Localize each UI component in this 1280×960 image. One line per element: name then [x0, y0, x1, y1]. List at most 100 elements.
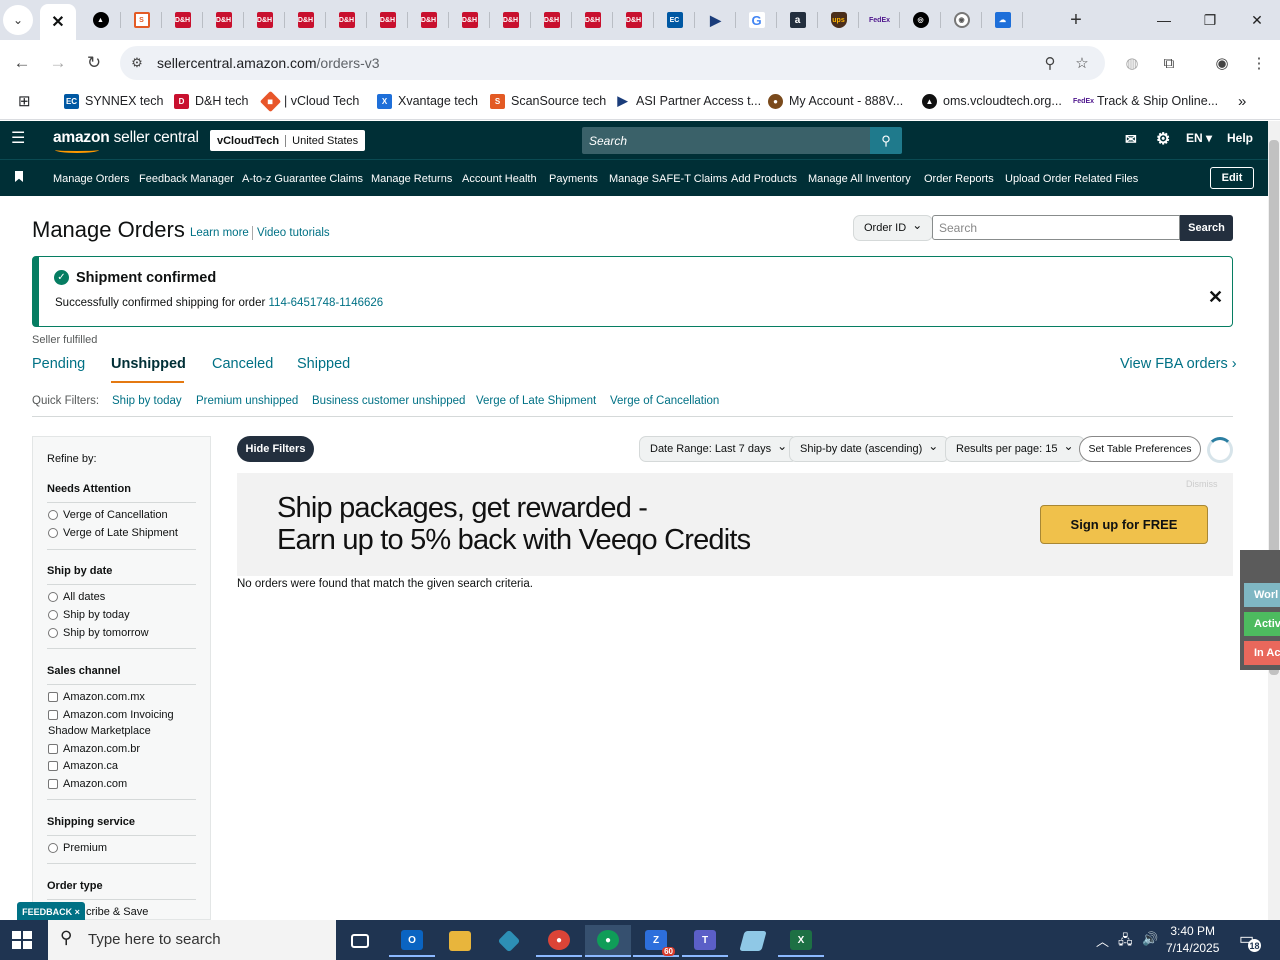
- qf-verge-cancellation[interactable]: Verge of Cancellation: [610, 395, 719, 407]
- chrome-profile-icon[interactable]: ●: [585, 925, 631, 957]
- tab-pending[interactable]: Pending: [32, 356, 85, 372]
- tab-dh-5[interactable]: D&H: [326, 0, 367, 40]
- qf-ship-by-today[interactable]: Ship by today: [112, 395, 182, 407]
- nav-upload-order-files[interactable]: Upload Order Related Files: [1005, 173, 1138, 185]
- tab-unshipped[interactable]: Unshipped: [111, 356, 186, 372]
- app-diamond-icon[interactable]: [486, 925, 532, 957]
- nav-manage-returns[interactable]: Manage Returns: [371, 173, 452, 185]
- bookmark-oms[interactable]: ▲ oms.vcloudtech.org...: [922, 92, 1062, 110]
- hide-filters-button[interactable]: Hide Filters: [237, 436, 314, 462]
- minimize-icon[interactable]: —: [1141, 0, 1187, 40]
- more-bookmarks-icon[interactable]: »: [1238, 92, 1246, 110]
- file-explorer-icon[interactable]: [437, 925, 483, 957]
- forward-icon[interactable]: →: [43, 48, 73, 78]
- side-widget-inactive[interactable]: In Ac: [1244, 641, 1280, 665]
- tab-search-chevron-icon[interactable]: ⌄: [3, 5, 33, 35]
- teams-icon[interactable]: T: [682, 925, 728, 957]
- table-preferences-button[interactable]: Set Table Preferences: [1079, 436, 1201, 462]
- tab-openai[interactable]: ▲: [80, 0, 121, 40]
- zoom-search-icon[interactable]: ⚲: [1039, 52, 1061, 74]
- tab-stackbit[interactable]: S: [121, 0, 162, 40]
- tab-dh-4[interactable]: D&H: [285, 0, 326, 40]
- menu-kebab-icon[interactable]: ⋮: [1248, 52, 1270, 74]
- settings-gear-icon[interactable]: ⚙: [1156, 129, 1170, 149]
- nav-order-reports[interactable]: Order Reports: [924, 173, 994, 185]
- sort-select[interactable]: Ship-by date (ascending): [789, 436, 950, 462]
- radio-ship-tomorrow[interactable]: Ship by tomorrow: [48, 627, 149, 639]
- nav-manage-orders[interactable]: Manage Orders: [53, 173, 129, 185]
- check-amazon-invoicing[interactable]: Amazon.com Invoicing: [48, 709, 174, 721]
- tray-chevron-icon[interactable]: ︿: [1096, 931, 1109, 950]
- side-widget-active[interactable]: Activ: [1244, 612, 1280, 636]
- network-icon[interactable]: 🖧: [1118, 931, 1133, 953]
- tab-dh-6[interactable]: D&H: [367, 0, 408, 40]
- check-amazon-br[interactable]: Amazon.com.br: [48, 743, 140, 755]
- nav-atoz-claims[interactable]: A-to-z Guarantee Claims: [242, 173, 363, 185]
- url-text[interactable]: sellercentral.amazon.com/orders-v3: [157, 55, 380, 71]
- learn-more-link[interactable]: Learn more: [190, 227, 249, 239]
- bookmark-synnex[interactable]: EC SYNNEX tech: [64, 92, 164, 110]
- radio-all-dates[interactable]: All dates: [48, 591, 105, 603]
- tab-canceled[interactable]: Canceled: [212, 356, 273, 372]
- tab-dh-8[interactable]: D&H: [449, 0, 490, 40]
- banner-dismiss[interactable]: Dismiss: [1186, 479, 1218, 489]
- translate-icon[interactable]: ◍: [1121, 52, 1143, 74]
- nav-account-health[interactable]: Account Health: [462, 173, 537, 185]
- back-icon[interactable]: ←: [7, 48, 37, 78]
- alert-order-link[interactable]: 114-6451748-1146626: [269, 297, 384, 309]
- new-tab-button[interactable]: +: [1062, 4, 1090, 36]
- bookmark-xvantage[interactable]: X Xvantage tech: [377, 92, 478, 110]
- tab-dh-1[interactable]: D&H: [162, 0, 203, 40]
- tab-chrome[interactable]: ◉: [941, 0, 982, 40]
- apps-grid-icon[interactable]: ⊞: [18, 92, 31, 110]
- tab-dh-2[interactable]: D&H: [203, 0, 244, 40]
- nav-safet-claims[interactable]: Manage SAFE-T Claims: [609, 173, 727, 185]
- view-fba-orders-link[interactable]: View FBA orders ›: [1120, 356, 1237, 372]
- header-search-icon[interactable]: ⚲: [870, 127, 902, 154]
- tab-asi[interactable]: ▶: [695, 0, 736, 40]
- chrome-icon[interactable]: ●: [536, 925, 582, 957]
- bookmark-dh[interactable]: D D&H tech: [174, 92, 249, 110]
- seller-central-logo[interactable]: amazon seller central: [53, 129, 199, 153]
- tab-amazon[interactable]: a: [777, 0, 818, 40]
- tab-ups[interactable]: ups: [818, 0, 859, 40]
- tab-dh-10[interactable]: D&H: [531, 0, 572, 40]
- qf-premium-unshipped[interactable]: Premium unshipped: [196, 395, 298, 407]
- excel-icon[interactable]: X: [778, 925, 824, 957]
- search-type-select[interactable]: Order ID: [853, 215, 934, 241]
- bookmark-myaccount[interactable]: ● My Account - 888V...: [768, 92, 903, 110]
- radio-verge-cancellation[interactable]: Verge of Cancellation: [48, 509, 168, 521]
- order-search-input[interactable]: Search: [932, 215, 1180, 240]
- tab-ec[interactable]: EC: [654, 0, 695, 40]
- tab-dh-11[interactable]: D&H: [572, 0, 613, 40]
- taskbar-clock[interactable]: 3:40 PM 7/14/2025: [1166, 923, 1219, 957]
- notifications-icon[interactable]: ▭ 18: [1239, 929, 1261, 952]
- restore-icon[interactable]: ❐: [1187, 0, 1233, 40]
- tab-fedex[interactable]: FedEx: [859, 0, 900, 40]
- sign-up-button[interactable]: Sign up for FREE: [1040, 505, 1208, 544]
- language-selector[interactable]: EN ▾: [1186, 131, 1212, 145]
- header-search-input[interactable]: Search: [582, 127, 870, 154]
- check-amazon-mx[interactable]: Amazon.com.mx: [48, 691, 145, 703]
- radio-ship-today[interactable]: Ship by today: [48, 609, 130, 621]
- reload-icon[interactable]: ↻: [79, 48, 109, 78]
- close-alert-icon[interactable]: ✕: [1208, 287, 1223, 308]
- nav-edit-button[interactable]: Edit: [1210, 167, 1254, 189]
- task-view-icon[interactable]: [337, 925, 383, 957]
- outlook-icon[interactable]: O: [389, 925, 435, 957]
- qf-verge-late-shipment[interactable]: Verge of Late Shipment: [476, 395, 596, 407]
- active-tab-close-icon[interactable]: ✕: [40, 4, 76, 40]
- side-widget-work[interactable]: Worl: [1244, 583, 1280, 607]
- notepad-icon[interactable]: [730, 925, 776, 957]
- extensions-icon[interactable]: ⧉: [1158, 52, 1180, 74]
- volume-icon[interactable]: 🔊: [1142, 931, 1158, 947]
- windows-start-icon[interactable]: [12, 931, 32, 949]
- bookmark-vcloud[interactable]: ◆ | vCloud Tech: [259, 90, 359, 112]
- nav-feedback-manager[interactable]: Feedback Manager: [139, 173, 234, 185]
- hamburger-menu-icon[interactable]: ☰: [11, 131, 27, 147]
- date-range-select[interactable]: Date Range: Last 7 days: [639, 436, 799, 462]
- tab-dh-9[interactable]: D&H: [490, 0, 531, 40]
- check-amazon-ca[interactable]: Amazon.ca: [48, 760, 118, 772]
- results-per-page-select[interactable]: Results per page: 15: [945, 436, 1085, 462]
- feedback-button[interactable]: FEEDBACK ×: [17, 902, 85, 922]
